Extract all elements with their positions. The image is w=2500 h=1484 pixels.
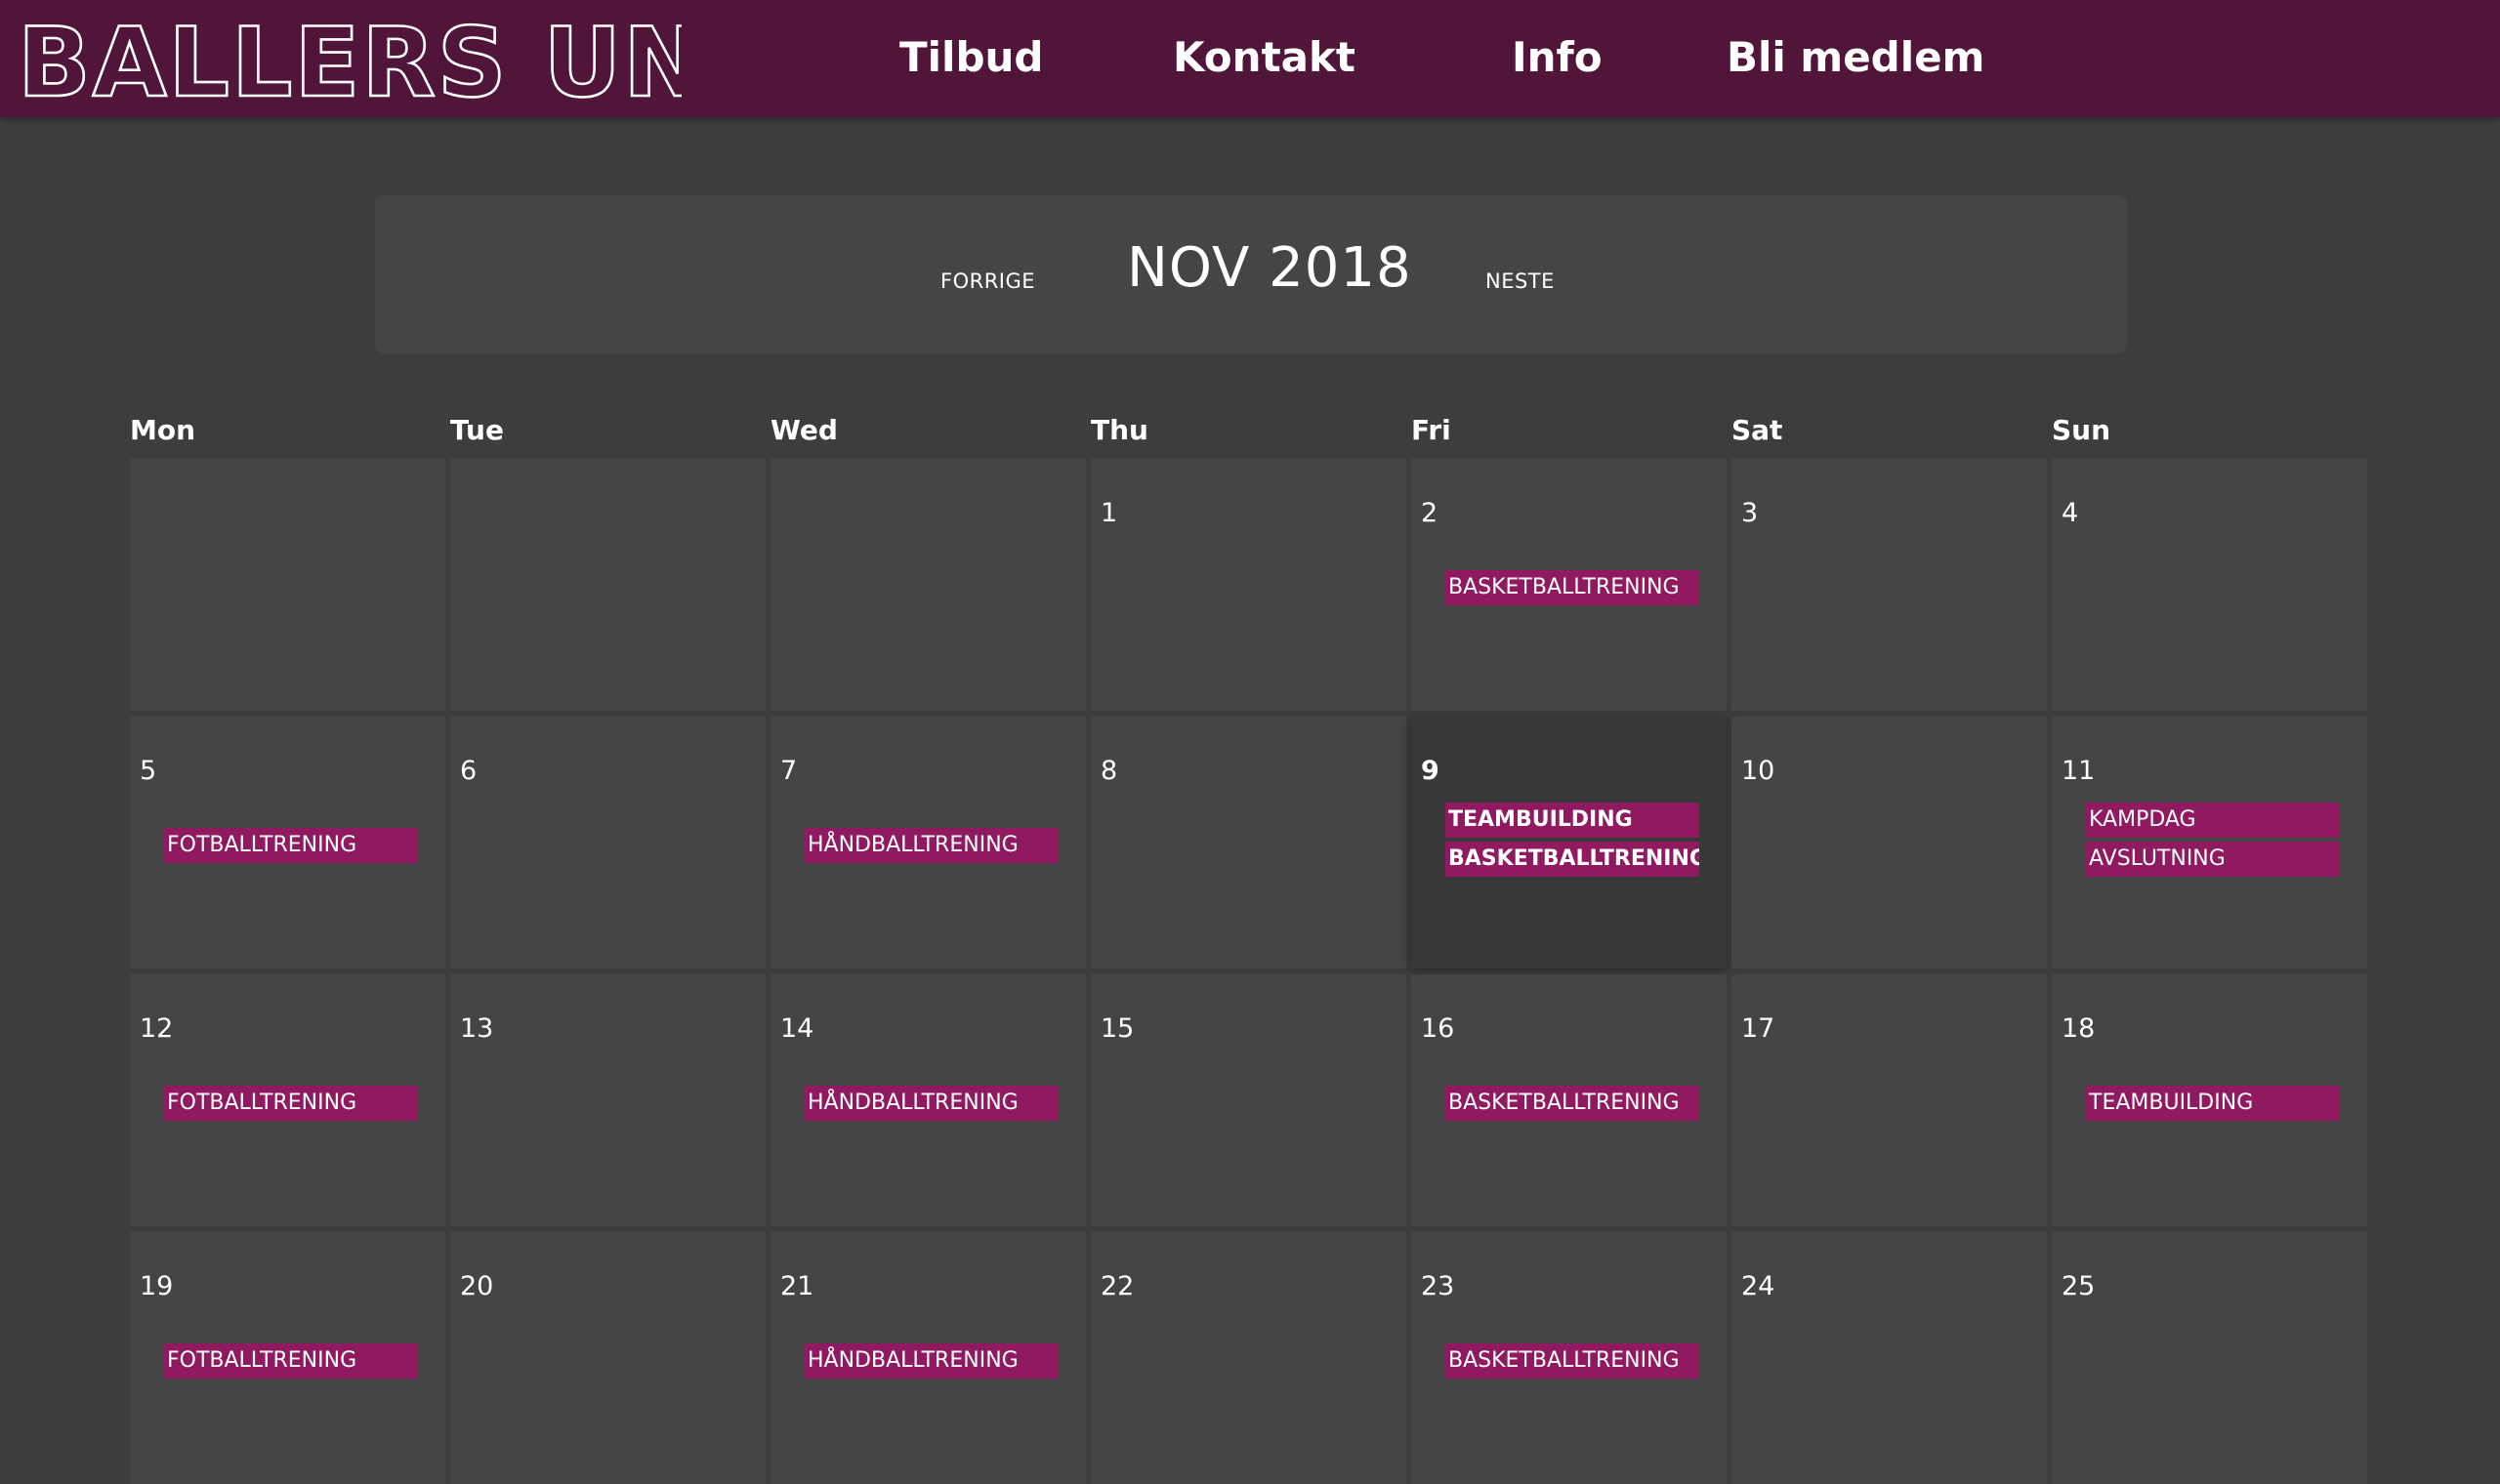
calendar-day-18[interactable]: 18 TEAMBUILDING — [2052, 974, 2367, 1226]
calendar-day-16[interactable]: 16 BASKETBALLTRENING — [1411, 974, 1727, 1226]
day-number: 16 — [1421, 1013, 1455, 1044]
day-header-sun: Sun — [2052, 414, 2111, 446]
calendar-event[interactable]: KAMPDAG — [2086, 803, 2340, 838]
nav-link-info[interactable]: Info — [1512, 27, 1603, 88]
day-number: 22 — [1101, 1271, 1135, 1301]
day-number: 14 — [780, 1013, 814, 1044]
nav-link-tilbud[interactable]: Tilbud — [899, 27, 1043, 88]
calendar-day-5[interactable]: 5 FOTBALLTRENING — [130, 717, 445, 969]
calendar-event[interactable]: BASKETBALLTRENING — [1445, 1086, 1699, 1121]
month-title: NOV 2018 — [1127, 236, 1412, 300]
calendar-day-1[interactable]: 1 — [1091, 459, 1406, 711]
calendar-day-14[interactable]: 14 HÅNDBALLTRENING — [771, 974, 1086, 1226]
day-number: 6 — [460, 756, 478, 786]
calendar-day-15[interactable]: 15 — [1091, 974, 1406, 1226]
calendar-event[interactable]: TEAMBUILDING — [1445, 803, 1699, 838]
next-month-button[interactable]: NESTE — [1485, 269, 1555, 293]
calendar-day-10[interactable]: 10 — [1731, 717, 2047, 969]
day-number: 5 — [140, 756, 157, 786]
day-header-thu: Thu — [1091, 414, 1148, 446]
logo-text: BALLERS UNITED — [18, 8, 682, 109]
day-number: 10 — [1741, 756, 1775, 786]
day-number: 20 — [460, 1271, 494, 1301]
calendar-day-3[interactable]: 3 — [1731, 459, 2047, 711]
calendar-event[interactable]: FOTBALLTRENING — [164, 1343, 418, 1379]
calendar-day-21[interactable]: 21 HÅNDBALLTRENING — [771, 1232, 1086, 1484]
calendar-event[interactable]: AVSLUTNING — [2086, 842, 2340, 877]
calendar-day-empty — [450, 459, 766, 711]
day-number: 3 — [1741, 498, 1759, 528]
day-number: 19 — [140, 1271, 174, 1301]
calendar-day-12[interactable]: 12 FOTBALLTRENING — [130, 974, 445, 1226]
month-navigation: FORRIGE NOV 2018 NESTE — [375, 195, 2127, 353]
day-number: 1 — [1101, 498, 1118, 528]
day-number: 18 — [2062, 1013, 2096, 1044]
day-number: 13 — [460, 1013, 494, 1044]
calendar-day-24[interactable]: 24 — [1731, 1232, 2047, 1484]
day-number: 11 — [2062, 756, 2096, 786]
day-number: 12 — [140, 1013, 174, 1044]
calendar-day-20[interactable]: 20 — [450, 1232, 766, 1484]
calendar-day-13[interactable]: 13 — [450, 974, 766, 1226]
day-header-fri: Fri — [1411, 414, 1451, 446]
site-header: BALLERS UNITED Tilbud Kontakt Info Bli m… — [0, 0, 2500, 117]
day-number: 24 — [1741, 1271, 1775, 1301]
calendar-day-6[interactable]: 6 — [450, 717, 766, 969]
day-number: 7 — [780, 756, 798, 786]
day-number: 23 — [1421, 1271, 1455, 1301]
calendar-event[interactable]: HÅNDBALLTRENING — [805, 1086, 1059, 1121]
calendar-day-17[interactable]: 17 — [1731, 974, 2047, 1226]
calendar-day-9[interactable]: 9 TEAMBUILDING BASKETBALLTRENING — [1411, 717, 1727, 969]
calendar-day-2[interactable]: 2 BASKETBALLTRENING — [1411, 459, 1727, 711]
day-number: 17 — [1741, 1013, 1775, 1044]
calendar-day-22[interactable]: 22 — [1091, 1232, 1406, 1484]
day-header-mon: Mon — [130, 414, 196, 446]
calendar-day-empty — [771, 459, 1086, 711]
calendar-event[interactable]: BASKETBALLTRENING — [1445, 842, 1699, 877]
nav-link-kontakt[interactable]: Kontakt — [1173, 27, 1355, 88]
day-number: 4 — [2062, 498, 2079, 528]
calendar-day-25[interactable]: 25 — [2052, 1232, 2367, 1484]
day-number: 25 — [2062, 1271, 2096, 1301]
day-number: 8 — [1101, 756, 1118, 786]
calendar-event[interactable]: FOTBALLTRENING — [164, 828, 418, 863]
calendar-day-7[interactable]: 7 HÅNDBALLTRENING — [771, 717, 1086, 969]
calendar-day-11[interactable]: 11 KAMPDAG AVSLUTNING — [2052, 717, 2367, 969]
nav-link-bli-medlem[interactable]: Bli medlem — [1727, 27, 1984, 88]
calendar-event[interactable]: HÅNDBALLTRENING — [805, 1343, 1059, 1379]
calendar-event[interactable]: BASKETBALLTRENING — [1445, 1343, 1699, 1379]
previous-month-button[interactable]: FORRIGE — [940, 269, 1035, 293]
day-header-sat: Sat — [1731, 414, 1783, 446]
calendar-event[interactable]: BASKETBALLTRENING — [1445, 570, 1699, 605]
day-header-tue: Tue — [450, 414, 504, 446]
day-number: 9 — [1421, 756, 1439, 786]
day-number: 2 — [1421, 498, 1438, 528]
calendar-event[interactable]: HÅNDBALLTRENING — [805, 828, 1059, 863]
calendar-day-4[interactable]: 4 — [2052, 459, 2367, 711]
day-header-wed: Wed — [771, 414, 838, 446]
day-number: 15 — [1101, 1013, 1135, 1044]
calendar-event[interactable]: FOTBALLTRENING — [164, 1086, 418, 1121]
calendar-day-empty — [130, 459, 445, 711]
calendar-day-19[interactable]: 19 FOTBALLTRENING — [130, 1232, 445, 1484]
calendar-day-23[interactable]: 23 BASKETBALLTRENING — [1411, 1232, 1727, 1484]
calendar-day-8[interactable]: 8 — [1091, 717, 1406, 969]
ballers-united-logo[interactable]: BALLERS UNITED — [18, 8, 682, 109]
day-number: 21 — [780, 1271, 814, 1301]
calendar-event[interactable]: TEAMBUILDING — [2086, 1086, 2340, 1121]
